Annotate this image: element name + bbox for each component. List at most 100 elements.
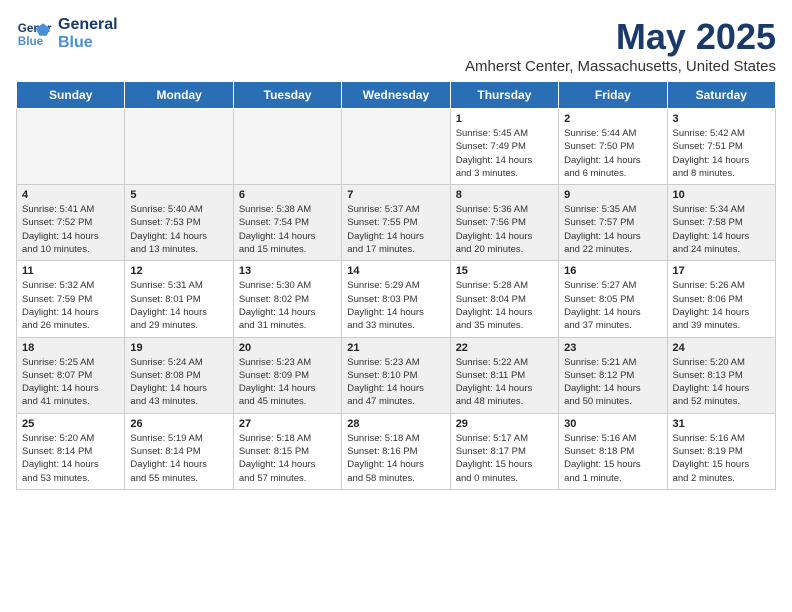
calendar-cell: 8 Sunrise: 5:36 AM Sunset: 7:56 PM Daylig… — [450, 185, 558, 261]
date-number: 1 — [456, 113, 553, 125]
date-number: 20 — [239, 342, 336, 354]
date-number: 6 — [239, 189, 336, 201]
cell-text: Sunrise: 5:23 AM Sunset: 8:10 PM Dayligh… — [347, 356, 444, 409]
cell-text: Sunrise: 5:20 AM Sunset: 8:13 PM Dayligh… — [673, 356, 770, 409]
cell-text: Sunrise: 5:28 AM Sunset: 8:04 PM Dayligh… — [456, 279, 553, 332]
date-number: 5 — [130, 189, 227, 201]
date-number: 21 — [347, 342, 444, 354]
cell-text: Sunrise: 5:41 AM Sunset: 7:52 PM Dayligh… — [22, 203, 119, 256]
logo-icon: General Blue — [16, 16, 52, 52]
day-header-monday: Monday — [125, 82, 233, 109]
calendar-cell: 10Sunrise: 5:34 AM Sunset: 7:58 PM Dayli… — [667, 185, 775, 261]
svg-text:Blue: Blue — [18, 35, 44, 48]
calendar-cell: 6 Sunrise: 5:38 AM Sunset: 7:54 PM Daylig… — [233, 185, 341, 261]
calendar-cell: 15 Sunrise: 5:28 AM Sunset: 8:04 PM Dayli… — [450, 261, 558, 337]
date-number: 12 — [130, 265, 227, 277]
cell-text: Sunrise: 5:25 AM Sunset: 8:07 PM Dayligh… — [22, 356, 119, 409]
cell-text: Sunrise: 5:37 AM Sunset: 7:55 PM Dayligh… — [347, 203, 444, 256]
cell-text: Sunrise: 5:45 AM Sunset: 7:49 PM Dayligh… — [456, 127, 553, 180]
date-number: 31 — [673, 418, 770, 430]
date-number: 13 — [239, 265, 336, 277]
cell-text: Sunrise: 5:36 AM Sunset: 7:56 PM Dayligh… — [456, 203, 553, 256]
calendar-cell: 29Sunrise: 5:17 AM Sunset: 8:17 PM Dayli… — [450, 413, 558, 489]
calendar-cell: 13 Sunrise: 5:30 AM Sunset: 8:02 PM Dayli… — [233, 261, 341, 337]
day-header-thursday: Thursday — [450, 82, 558, 109]
cell-text: Sunrise: 5:16 AM Sunset: 8:19 PM Dayligh… — [673, 432, 770, 485]
date-number: 28 — [347, 418, 444, 430]
cell-text: Sunrise: 5:42 AM Sunset: 7:51 PM Dayligh… — [673, 127, 770, 180]
calendar-cell: 3Sunrise: 5:42 AM Sunset: 7:51 PM Daylig… — [667, 109, 775, 185]
cell-text: Sunrise: 5:21 AM Sunset: 8:12 PM Dayligh… — [564, 356, 661, 409]
date-number: 27 — [239, 418, 336, 430]
cell-text: Sunrise: 5:35 AM Sunset: 7:57 PM Dayligh… — [564, 203, 661, 256]
calendar-cell: 24 Sunrise: 5:20 AM Sunset: 8:13 PM Dayli… — [667, 337, 775, 413]
cell-text: Sunrise: 5:18 AM Sunset: 8:16 PM Dayligh… — [347, 432, 444, 485]
calendar-cell — [342, 109, 450, 185]
calendar-cell: 1 Sunrise: 5:45 AM Sunset: 7:49 PM Daylig… — [450, 109, 558, 185]
day-header-wednesday: Wednesday — [342, 82, 450, 109]
date-number: 19 — [130, 342, 227, 354]
day-header-saturday: Saturday — [667, 82, 775, 109]
calendar-cell: 16Sunrise: 5:27 AM Sunset: 8:05 PM Dayli… — [559, 261, 667, 337]
day-header-sunday: Sunday — [17, 82, 125, 109]
calendar-cell: 27Sunrise: 5:18 AM Sunset: 8:15 PM Dayli… — [233, 413, 341, 489]
header-row: SundayMondayTuesdayWednesdayThursdayFrid… — [17, 82, 776, 109]
calendar-cell: 7 Sunrise: 5:37 AM Sunset: 7:55 PM Daylig… — [342, 185, 450, 261]
calendar-cell: 18Sunrise: 5:25 AM Sunset: 8:07 PM Dayli… — [17, 337, 125, 413]
cell-text: Sunrise: 5:22 AM Sunset: 8:11 PM Dayligh… — [456, 356, 553, 409]
week-row-3: 11 Sunrise: 5:32 AM Sunset: 7:59 PM Dayli… — [17, 261, 776, 337]
calendar-cell: 23Sunrise: 5:21 AM Sunset: 8:12 PM Dayli… — [559, 337, 667, 413]
week-row-5: 25 Sunrise: 5:20 AM Sunset: 8:14 PM Dayli… — [17, 413, 776, 489]
calendar-cell: 17Sunrise: 5:26 AM Sunset: 8:06 PM Dayli… — [667, 261, 775, 337]
calendar-cell: 20 Sunrise: 5:23 AM Sunset: 8:09 PM Dayli… — [233, 337, 341, 413]
date-number: 15 — [456, 265, 553, 277]
calendar-cell: 2 Sunrise: 5:44 AM Sunset: 7:50 PM Daylig… — [559, 109, 667, 185]
calendar-cell: 25 Sunrise: 5:20 AM Sunset: 8:14 PM Dayli… — [17, 413, 125, 489]
week-row-1: 1 Sunrise: 5:45 AM Sunset: 7:49 PM Daylig… — [17, 109, 776, 185]
date-number: 24 — [673, 342, 770, 354]
cell-text: Sunrise: 5:29 AM Sunset: 8:03 PM Dayligh… — [347, 279, 444, 332]
header: General Blue General Blue May 2025 Amher… — [16, 16, 776, 75]
calendar-cell: 21 Sunrise: 5:23 AM Sunset: 8:10 PM Dayli… — [342, 337, 450, 413]
cell-text: Sunrise: 5:23 AM Sunset: 8:09 PM Dayligh… — [239, 356, 336, 409]
date-number: 26 — [130, 418, 227, 430]
cell-text: Sunrise: 5:40 AM Sunset: 7:53 PM Dayligh… — [130, 203, 227, 256]
calendar-cell — [125, 109, 233, 185]
calendar-cell — [233, 109, 341, 185]
date-number: 11 — [22, 265, 119, 277]
logo-text-2: Blue — [58, 34, 118, 52]
calendar-cell: 26Sunrise: 5:19 AM Sunset: 8:14 PM Dayli… — [125, 413, 233, 489]
date-number: 10 — [673, 189, 770, 201]
calendar-cell: 31 Sunrise: 5:16 AM Sunset: 8:19 PM Dayli… — [667, 413, 775, 489]
date-number: 25 — [22, 418, 119, 430]
cell-text: Sunrise: 5:32 AM Sunset: 7:59 PM Dayligh… — [22, 279, 119, 332]
calendar-cell: 5 Sunrise: 5:40 AM Sunset: 7:53 PM Daylig… — [125, 185, 233, 261]
cell-text: Sunrise: 5:44 AM Sunset: 7:50 PM Dayligh… — [564, 127, 661, 180]
week-row-2: 4Sunrise: 5:41 AM Sunset: 7:52 PM Daylig… — [17, 185, 776, 261]
cell-text: Sunrise: 5:24 AM Sunset: 8:08 PM Dayligh… — [130, 356, 227, 409]
calendar-cell: 19 Sunrise: 5:24 AM Sunset: 8:08 PM Dayli… — [125, 337, 233, 413]
title-area: May 2025 Amherst Center, Massachusetts, … — [465, 16, 776, 75]
calendar-cell: 22 Sunrise: 5:22 AM Sunset: 8:11 PM Dayli… — [450, 337, 558, 413]
calendar-cell: 30Sunrise: 5:16 AM Sunset: 8:18 PM Dayli… — [559, 413, 667, 489]
date-number: 8 — [456, 189, 553, 201]
logo: General Blue General Blue — [16, 16, 118, 52]
calendar-cell: 28 Sunrise: 5:18 AM Sunset: 8:16 PM Dayli… — [342, 413, 450, 489]
cell-text: Sunrise: 5:38 AM Sunset: 7:54 PM Dayligh… — [239, 203, 336, 256]
date-number: 9 — [564, 189, 661, 201]
logo-text-1: General — [58, 16, 118, 34]
cell-text: Sunrise: 5:30 AM Sunset: 8:02 PM Dayligh… — [239, 279, 336, 332]
cell-text: Sunrise: 5:31 AM Sunset: 8:01 PM Dayligh… — [130, 279, 227, 332]
date-number: 14 — [347, 265, 444, 277]
calendar-cell: 4Sunrise: 5:41 AM Sunset: 7:52 PM Daylig… — [17, 185, 125, 261]
calendar-subtitle: Amherst Center, Massachusetts, United St… — [465, 58, 776, 75]
cell-text: Sunrise: 5:20 AM Sunset: 8:14 PM Dayligh… — [22, 432, 119, 485]
calendar-title: May 2025 — [465, 16, 776, 58]
calendar-cell — [17, 109, 125, 185]
week-row-4: 18Sunrise: 5:25 AM Sunset: 8:07 PM Dayli… — [17, 337, 776, 413]
date-number: 7 — [347, 189, 444, 201]
date-number: 16 — [564, 265, 661, 277]
date-number: 22 — [456, 342, 553, 354]
calendar-table: SundayMondayTuesdayWednesdayThursdayFrid… — [16, 81, 776, 490]
date-number: 2 — [564, 113, 661, 125]
